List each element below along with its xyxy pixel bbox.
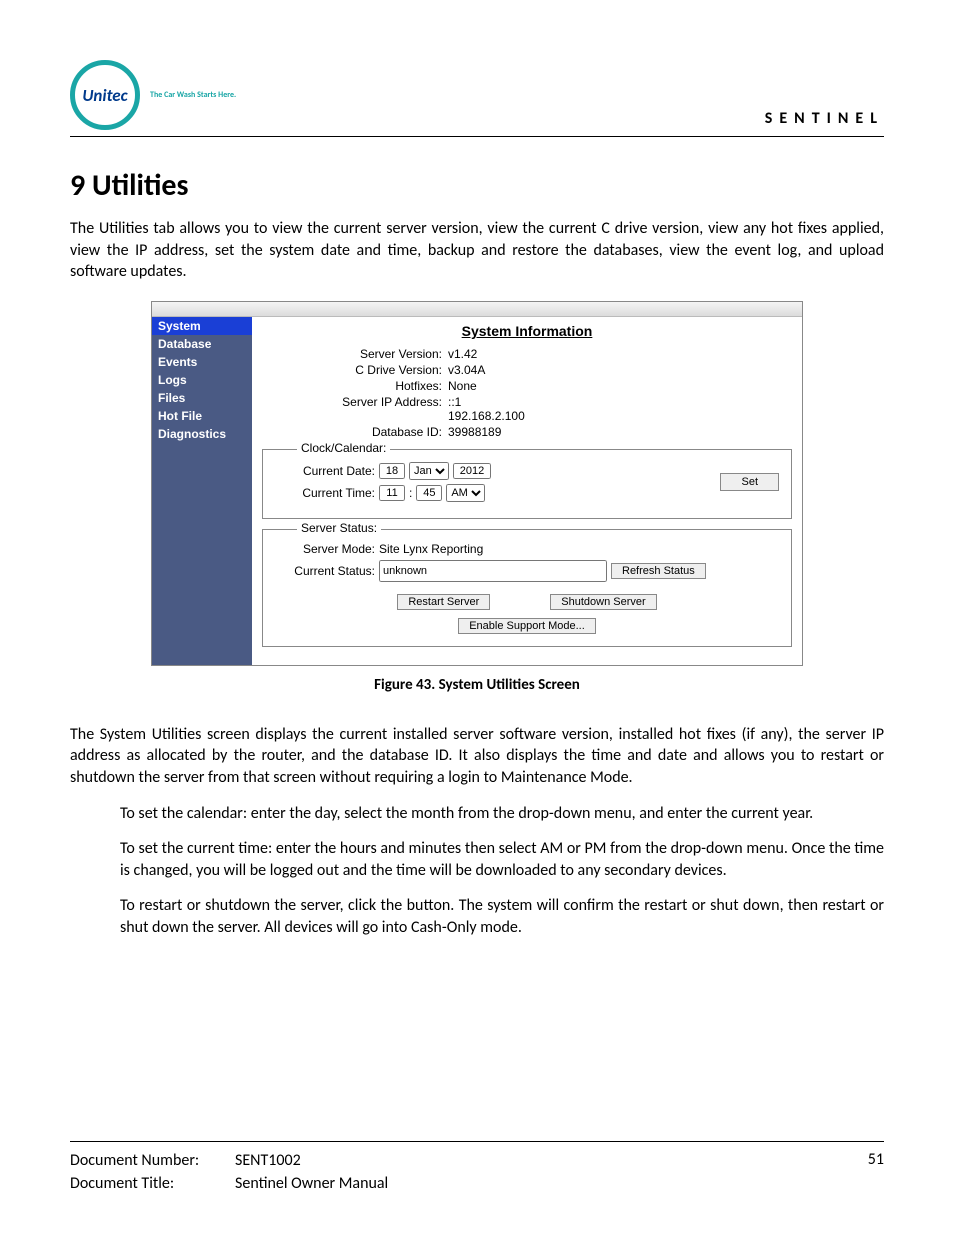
- paragraph-5: To restart or shutdown the server, click…: [70, 895, 884, 938]
- current-date-label: Current Date:: [275, 464, 375, 478]
- restart-server-button[interactable]: Restart Server: [397, 594, 490, 610]
- server-status-panel: Server Status: Server Mode: Site Lynx Re…: [262, 529, 792, 647]
- server-version-label: Server Version:: [262, 347, 448, 361]
- brand-name: SENTINEL: [765, 109, 884, 130]
- figure-caption: Figure 43. System Utilities Screen: [70, 676, 884, 694]
- refresh-status-button[interactable]: Refresh Status: [611, 563, 706, 579]
- intro-paragraph: The Utilities tab allows you to view the…: [70, 218, 884, 283]
- sidebar-item-files[interactable]: Files: [152, 389, 252, 407]
- month-select[interactable]: Jan: [409, 462, 449, 480]
- doctitle-value: Sentinel Owner Manual: [235, 1173, 388, 1195]
- sidebar-item-hotfile[interactable]: Hot File: [152, 407, 252, 425]
- cdrive-version-label: C Drive Version:: [262, 363, 448, 377]
- figure-wrap: System Database Events Logs Files Hot Fi…: [70, 301, 884, 666]
- app-titlebar: [152, 302, 802, 317]
- page-header: Unitec The Car Wash Starts Here. SENTINE…: [70, 60, 884, 137]
- enable-support-mode-button[interactable]: Enable Support Mode...: [458, 618, 596, 634]
- cdrive-version-value: v3.04A: [448, 363, 485, 377]
- server-mode-value: Site Lynx Reporting: [379, 542, 483, 556]
- clock-legend: Clock/Calendar:: [297, 441, 390, 455]
- paragraph-4: To set the current time: enter the hours…: [70, 838, 884, 881]
- current-time-label: Current Time:: [275, 486, 375, 500]
- status-legend: Server Status:: [297, 521, 381, 535]
- minute-input[interactable]: [416, 485, 442, 501]
- sidebar-item-system[interactable]: System: [152, 317, 252, 335]
- logo-circle: Unitec: [70, 60, 140, 130]
- current-status-label: Current Status:: [275, 564, 375, 578]
- main-panel: System Information Server Version: v1.42…: [252, 317, 802, 665]
- ampm-select[interactable]: AM: [446, 484, 485, 502]
- ip-value: ::1 192.168.2.100: [448, 395, 525, 423]
- hour-input[interactable]: [379, 485, 405, 501]
- ip-line1: ::1: [448, 395, 525, 409]
- sidebar-item-logs[interactable]: Logs: [152, 371, 252, 389]
- server-mode-label: Server Mode:: [275, 542, 375, 556]
- hotfixes-label: Hotfixes:: [262, 379, 448, 393]
- doctitle-label: Document Title:: [70, 1173, 235, 1195]
- logo-tagline: The Car Wash Starts Here.: [150, 90, 236, 100]
- dbid-label: Database ID:: [262, 425, 448, 439]
- hotfixes-value: None: [448, 379, 477, 393]
- panel-title: System Information: [262, 323, 792, 339]
- set-button[interactable]: Set: [720, 473, 779, 491]
- day-input[interactable]: [379, 463, 405, 479]
- sidebar-item-diagnostics[interactable]: Diagnostics: [152, 425, 252, 443]
- docnum-label: Document Number:: [70, 1150, 235, 1172]
- server-version-value: v1.42: [448, 347, 477, 361]
- page-number: 51: [868, 1150, 884, 1195]
- sidebar-item-events[interactable]: Events: [152, 353, 252, 371]
- logo-block: Unitec The Car Wash Starts Here.: [70, 60, 236, 130]
- year-input[interactable]: [453, 463, 491, 479]
- clock-panel: Clock/Calendar: Current Date: Jan: [262, 449, 792, 519]
- dbid-value: 39988189: [448, 425, 501, 439]
- paragraph-2: The System Utilities screen displays the…: [70, 724, 884, 789]
- sidebar-item-database[interactable]: Database: [152, 335, 252, 353]
- ip-line2: 192.168.2.100: [448, 409, 525, 423]
- current-status-input[interactable]: [379, 560, 607, 582]
- docnum-value: SENT1002: [235, 1150, 301, 1172]
- sidebar: System Database Events Logs Files Hot Fi…: [152, 317, 252, 665]
- app-window: System Database Events Logs Files Hot Fi…: [151, 301, 803, 666]
- ip-label: Server IP Address:: [262, 395, 448, 423]
- paragraph-3: To set the calendar: enter the day, sele…: [70, 803, 884, 825]
- page-footer: Document Number: SENT1002 Document Title…: [70, 1141, 884, 1195]
- shutdown-server-button[interactable]: Shutdown Server: [550, 594, 656, 610]
- section-heading: 9 Utilities: [70, 167, 884, 204]
